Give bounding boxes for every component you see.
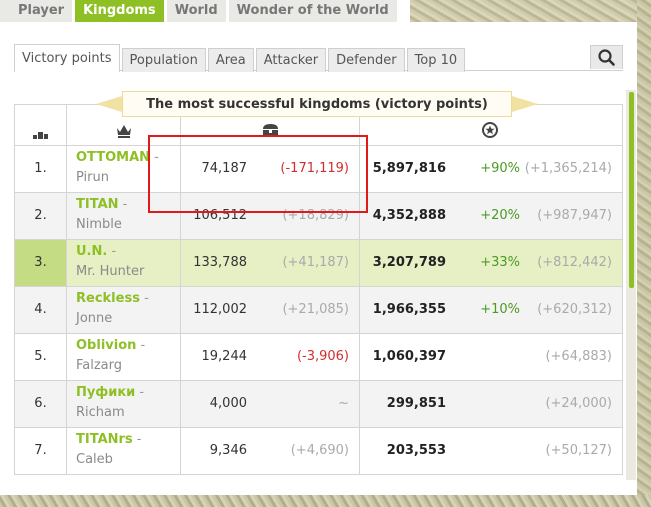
subtab-attacker[interactable]: Attacker xyxy=(255,48,327,72)
rank: 3. xyxy=(15,240,67,286)
treasures-cell: 4,000 ~ xyxy=(181,381,360,427)
victory-points-change: (+1,365,214) xyxy=(524,161,612,176)
kingdom-name-link[interactable]: Reckless xyxy=(76,291,140,306)
kingdom-name-link[interactable]: Пуфики xyxy=(76,385,135,400)
treasures-change: (+21,085) xyxy=(282,302,349,317)
subtab-victory-points[interactable]: Victory points xyxy=(14,44,120,72)
table-title-banner: The most successful kingdoms (victory po… xyxy=(96,91,538,117)
highlight-annotation-box xyxy=(148,135,368,213)
treasures-cell: 19,244 (-3,906) xyxy=(181,334,360,380)
rank: 5. xyxy=(15,334,67,380)
victory-points-change: (+24,000) xyxy=(545,396,612,411)
victory-points-value: 203,553 xyxy=(386,443,446,458)
kingdom-name-link[interactable]: TITANrs xyxy=(76,432,133,447)
crown-icon xyxy=(117,125,131,138)
victory-points-value: 3,207,789 xyxy=(372,255,446,270)
subtab-defender[interactable]: Defender xyxy=(328,48,405,72)
kingdom-cell: Пуфики - Richam xyxy=(67,381,181,427)
leader-name[interactable]: Pirun xyxy=(76,170,109,185)
treasures-cell: 112,002 (+21,085) xyxy=(181,287,360,333)
victory-points-cell: 1,966,355 +10% (+620,312) xyxy=(360,287,622,333)
ranking-sub-tabs: Victory points Population Area Attacker … xyxy=(14,44,467,72)
table-row[interactable]: 7. TITANrs - Caleb 9,346 (+4,690) 203,55… xyxy=(15,428,622,475)
scrollbar-thumb[interactable] xyxy=(629,92,634,288)
rank: 7. xyxy=(15,428,67,474)
victory-points-change: (+50,127) xyxy=(545,443,612,458)
leader-name[interactable]: Mr. Hunter xyxy=(76,264,144,279)
treasures-value: 19,244 xyxy=(201,349,248,364)
treasures-cell: 9,346 (+4,690) xyxy=(181,428,360,474)
leader-name[interactable]: Jonne xyxy=(76,311,112,326)
treasures-cell: 133,788 (+41,187) xyxy=(181,240,360,286)
tab-world[interactable]: World xyxy=(166,0,229,22)
victory-points-icon xyxy=(482,122,498,138)
victory-points-cell: 299,851 (+24,000) xyxy=(360,381,622,427)
victory-points-percent: +10% xyxy=(480,302,520,317)
tab-player[interactable]: Player xyxy=(0,0,76,22)
leader-name[interactable]: Richam xyxy=(76,405,125,420)
victory-points-percent: +90% xyxy=(480,161,520,176)
tab-kingdoms[interactable]: Kingdoms xyxy=(75,0,167,22)
table-row-own-kingdom[interactable]: 3. U.N. - Mr. Hunter 133,788 (+41,187) 3… xyxy=(15,240,622,287)
treasures-change: (-3,906) xyxy=(296,349,349,364)
victory-points-change: (+812,442) xyxy=(537,255,612,270)
victory-points-cell: 203,553 (+50,127) xyxy=(360,428,622,474)
map-background-bottom xyxy=(0,495,651,507)
rank-header xyxy=(15,105,67,145)
table-title: The most successful kingdoms (victory po… xyxy=(122,91,512,117)
leader-name[interactable]: Caleb xyxy=(76,452,113,467)
treasures-change: (+41,187) xyxy=(282,255,349,270)
table-row[interactable]: 5. Oblivion - Falzarg 19,244 (-3,906) 1,… xyxy=(15,334,622,381)
rank-icon xyxy=(33,132,48,139)
rank: 1. xyxy=(15,146,67,192)
victory-points-change: (+620,312) xyxy=(537,302,612,317)
victory-points-change: (+987,947) xyxy=(537,208,612,223)
tab-wonder-of-the-world[interactable]: Wonder of the World xyxy=(228,0,400,22)
victory-points-percent: +20% xyxy=(480,208,520,223)
subtab-top-10[interactable]: Top 10 xyxy=(406,48,466,72)
kingdom-name-link[interactable]: Oblivion xyxy=(76,338,136,353)
kingdom-cell: Reckless - Jonne xyxy=(67,287,181,333)
victory-points-cell: 4,352,888 +20% (+987,947) xyxy=(360,193,622,239)
table-row[interactable]: 6. Пуфики - Richam 4,000 ~ 299,851 (+24,… xyxy=(15,381,622,428)
treasures-value: 133,788 xyxy=(193,255,247,270)
map-background-top xyxy=(410,0,651,22)
map-background-right xyxy=(637,0,651,507)
leader-name[interactable]: Falzarg xyxy=(76,358,122,373)
victory-points-value: 1,060,397 xyxy=(372,349,446,364)
table-row[interactable]: 4. Reckless - Jonne 112,002 (+21,085) 1,… xyxy=(15,287,622,334)
treasures-value: 112,002 xyxy=(193,302,247,317)
kingdom-cell: U.N. - Mr. Hunter xyxy=(67,240,181,286)
rank: 6. xyxy=(15,381,67,427)
victory-points-percent: +33% xyxy=(480,255,520,270)
leader-name[interactable]: Nimble xyxy=(76,217,122,232)
treasures-value: 4,000 xyxy=(209,396,247,411)
subtab-area[interactable]: Area xyxy=(207,48,254,72)
subtab-population[interactable]: Population xyxy=(121,48,206,72)
search-button[interactable] xyxy=(590,45,623,69)
treasures-value: 9,346 xyxy=(209,443,247,458)
treasures-change: ~ xyxy=(338,396,349,411)
statistics-top-tabs: Player Kingdoms World Wonder of the Worl… xyxy=(0,0,400,22)
rank: 2. xyxy=(15,193,67,239)
victory-points-value: 4,352,888 xyxy=(372,208,446,223)
rank: 4. xyxy=(15,287,67,333)
victory-points-value: 299,851 xyxy=(386,396,446,411)
kingdom-cell: Oblivion - Falzarg xyxy=(67,334,181,380)
kingdom-name-link[interactable]: U.N. xyxy=(76,244,107,259)
kingdom-name-link[interactable]: TITAN xyxy=(76,197,119,212)
victory-points-cell: 1,060,397 (+64,883) xyxy=(360,334,622,380)
banner-ribbon-left xyxy=(96,96,122,112)
treasures-change: (+4,690) xyxy=(290,443,349,458)
kingdom-name-link[interactable]: OTTOMAN xyxy=(76,150,150,165)
victory-points-cell: 3,207,789 +33% (+812,442) xyxy=(360,240,622,286)
search-icon xyxy=(598,49,615,66)
victory-points-change: (+64,883) xyxy=(545,349,612,364)
victory-points-cell: 5,897,816 +90% (+1,365,214) xyxy=(360,146,622,192)
victory-points-value: 1,966,355 xyxy=(372,302,446,317)
kingdom-cell: TITANrs - Caleb xyxy=(67,428,181,474)
victory-points-value: 5,897,816 xyxy=(372,161,446,176)
